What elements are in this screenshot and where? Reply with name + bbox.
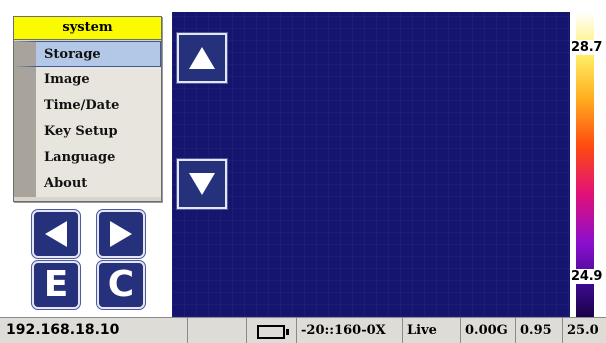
range-mode: -20::160-0X	[297, 318, 403, 343]
menu-item-key-setup[interactable]: Key Setup	[14, 119, 161, 145]
right-button[interactable]	[97, 210, 145, 258]
e-button[interactable]: E	[32, 261, 80, 309]
thermal-image-view[interactable]	[172, 12, 570, 317]
up-button[interactable]	[177, 33, 227, 83]
emissivity-value: 0.95	[516, 318, 563, 343]
status-blank-cell	[188, 318, 247, 343]
palette-min-label: 24.9	[570, 269, 604, 284]
c-button-label: C	[107, 264, 135, 305]
temperature-value: 25.0	[567, 323, 599, 338]
thermal-camera-screen: 28.7 24.9 system Storage Image Time/Date…	[0, 0, 606, 343]
battery-cell	[247, 318, 297, 343]
c-button[interactable]: C	[97, 261, 145, 309]
left-arrow-icon	[45, 221, 67, 247]
left-button[interactable]	[32, 210, 80, 258]
down-button[interactable]	[177, 159, 227, 209]
menu-item-image[interactable]: Image	[14, 67, 161, 93]
menu-item-label: About	[44, 176, 88, 191]
status-bar: 192.168.18.10 -20::160-0X Live 0.00G 0.9…	[0, 317, 606, 343]
down-arrow-icon	[189, 173, 215, 195]
system-menu: system Storage Image Time/Date Key Setup…	[13, 16, 162, 202]
gain-value: 0.00G	[461, 318, 516, 343]
ip-address: 192.168.18.10	[0, 318, 188, 343]
menu-item-label: Image	[44, 72, 90, 87]
menu-item-label: Time/Date	[44, 98, 120, 113]
menu-title: system	[14, 17, 161, 40]
up-arrow-icon	[189, 47, 215, 69]
live-status: Live	[403, 318, 461, 343]
menu-item-about[interactable]: About	[14, 171, 161, 197]
menu-item-language[interactable]: Language	[14, 145, 161, 171]
battery-icon	[257, 325, 289, 339]
right-arrow-icon	[110, 221, 132, 247]
menu-item-label: Language	[44, 150, 116, 165]
menu-item-storage[interactable]: Storage	[14, 41, 161, 67]
menu-items: Storage Image Time/Date Key Setup Langua…	[14, 41, 161, 197]
palette-max-label: 28.7	[570, 40, 604, 55]
menu-item-time-date[interactable]: Time/Date	[14, 93, 161, 119]
e-button-label: E	[43, 264, 69, 305]
menu-item-label: Storage	[44, 47, 101, 62]
menu-item-label: Key Setup	[44, 124, 118, 139]
